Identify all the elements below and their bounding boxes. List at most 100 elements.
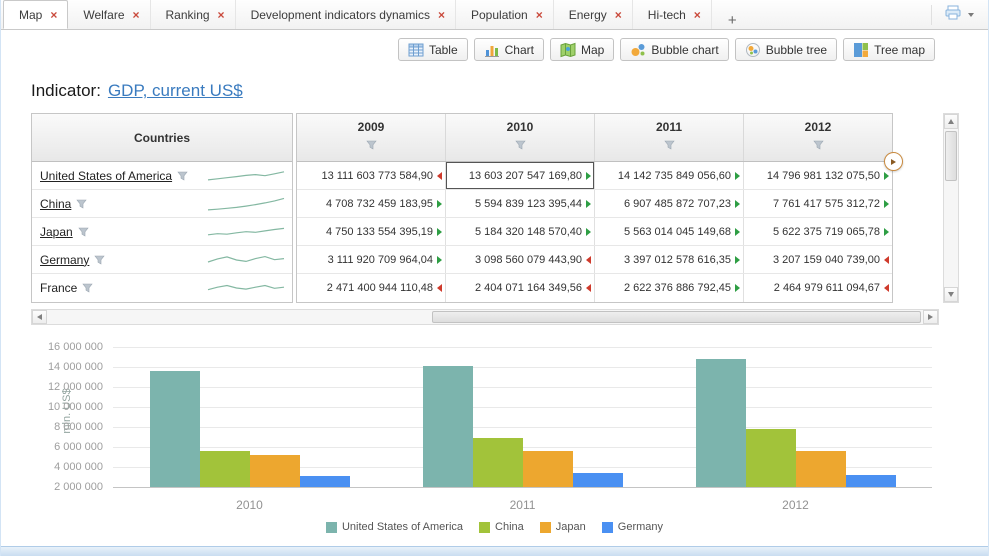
scroll-down-button[interactable] <box>944 287 958 302</box>
chart-view-button[interactable]: Chart <box>474 38 544 61</box>
value-cell[interactable]: 5 622 375 719 065,78 <box>744 218 892 245</box>
filter-icon[interactable] <box>366 137 377 155</box>
bar-china-2011[interactable] <box>473 438 523 487</box>
close-icon[interactable]: × <box>218 9 225 21</box>
legend-item-china[interactable]: China <box>479 521 524 533</box>
cell-value: 2 471 400 944 110,48 <box>327 282 433 294</box>
legend-swatch <box>479 522 490 533</box>
value-cell[interactable]: 3 098 560 079 443,90 <box>446 246 595 273</box>
value-cell[interactable]: 7 761 417 575 312,72 <box>744 190 892 217</box>
decrease-icon <box>437 284 442 292</box>
value-cell[interactable]: 4 750 133 554 395,19 <box>297 218 446 245</box>
bar-japan-2011[interactable] <box>523 451 573 487</box>
filter-icon[interactable] <box>94 255 105 265</box>
value-cell[interactable]: 5 594 839 123 395,44 <box>446 190 595 217</box>
close-icon[interactable]: × <box>50 9 57 21</box>
increase-icon <box>735 172 740 180</box>
bar-united-states-of-america-2010[interactable] <box>150 371 200 487</box>
value-cell[interactable]: 5 184 320 148 570,40 <box>446 218 595 245</box>
new-tab-button[interactable]: + <box>712 12 753 29</box>
filter-icon[interactable] <box>813 137 824 155</box>
horizontal-scroll-thumb[interactable] <box>432 311 921 323</box>
value-cell[interactable]: 2 622 376 886 792,45 <box>595 274 744 302</box>
value-cell[interactable]: 2 471 400 944 110,48 <box>297 274 446 302</box>
vertical-scroll-thumb[interactable] <box>945 131 957 181</box>
value-cell[interactable]: 6 907 485 872 707,23 <box>595 190 744 217</box>
filter-icon[interactable] <box>82 283 93 293</box>
value-cell[interactable]: 3 207 159 040 739,00 <box>744 246 892 273</box>
tab-welfare[interactable]: Welfare × <box>68 0 150 29</box>
value-cell[interactable]: 13 603 207 547 169,80 <box>446 162 595 189</box>
cell-value: 2 404 071 164 349,56 <box>475 282 582 294</box>
filter-icon[interactable] <box>78 227 89 237</box>
country-link[interactable]: United States of America <box>40 169 172 183</box>
close-icon[interactable]: × <box>438 9 445 21</box>
tab-ranking[interactable]: Ranking× <box>151 0 236 29</box>
bar-united-states-of-america-2012[interactable] <box>696 359 746 487</box>
arrow-right-icon <box>891 159 896 165</box>
value-cell[interactable]: 13 111 603 773 584,90 <box>297 162 446 189</box>
year-header-2010[interactable]: 2010 <box>446 114 595 161</box>
print-menu-button[interactable] <box>931 5 988 25</box>
bar-chart: mln. US$ 16 000 00014 000 00012 000 0001… <box>1 333 988 533</box>
close-icon[interactable]: × <box>694 9 701 21</box>
value-cell[interactable]: 14 796 981 132 075,50 <box>744 162 892 189</box>
bar-germany-2012[interactable] <box>846 475 896 487</box>
scroll-up-button[interactable] <box>944 114 958 129</box>
legend-item-germany[interactable]: Germany <box>602 521 663 533</box>
value-cell[interactable]: 3 111 920 709 964,04 <box>297 246 446 273</box>
bar-united-states-of-america-2011[interactable] <box>423 366 473 487</box>
country-link[interactable]: China <box>40 197 71 211</box>
filter-icon[interactable] <box>515 137 526 155</box>
value-cell[interactable]: 2 404 071 164 349,56 <box>446 274 595 302</box>
bar-china-2010[interactable] <box>200 451 250 487</box>
bar-japan-2012[interactable] <box>796 451 846 487</box>
filter-icon[interactable] <box>664 137 675 155</box>
filter-icon[interactable] <box>177 171 188 181</box>
horizontal-scrollbar[interactable] <box>31 309 939 325</box>
scroll-right-button[interactable] <box>923 310 938 324</box>
decrease-icon <box>437 172 442 180</box>
table-view-button[interactable]: Table <box>398 38 468 61</box>
value-row-china: 4 708 732 459 183,955 594 839 123 395,44… <box>297 190 892 218</box>
year-header-2012[interactable]: 2012 <box>744 114 892 161</box>
bubble-chart-view-button[interactable]: Bubble chart <box>620 38 728 61</box>
tree-map-view-button[interactable]: Tree map <box>843 38 935 61</box>
country-link[interactable]: Germany <box>40 253 89 267</box>
tab-development-indicators-dynamics[interactable]: Development indicators dynamics× <box>236 0 456 29</box>
years-header-row: 2009201020112012 <box>297 114 892 162</box>
value-cell[interactable]: 5 563 014 045 149,68 <box>595 218 744 245</box>
value-row-united-states-of-america: 13 111 603 773 584,9013 603 207 547 169,… <box>297 162 892 190</box>
tab-population[interactable]: Population× <box>456 0 554 29</box>
bar-japan-2010[interactable] <box>250 455 300 487</box>
value-cell[interactable]: 4 708 732 459 183,95 <box>297 190 446 217</box>
value-cell[interactable]: 2 464 979 611 094,67 <box>744 274 892 302</box>
close-icon[interactable]: × <box>536 9 543 21</box>
map-view-button[interactable]: Map <box>550 38 614 61</box>
vertical-scrollbar[interactable] <box>943 113 959 303</box>
tab-energy[interactable]: Energy× <box>554 0 633 29</box>
scroll-left-button[interactable] <box>32 310 47 324</box>
country-link[interactable]: Japan <box>40 225 73 239</box>
legend-item-japan[interactable]: Japan <box>540 521 586 533</box>
country-link[interactable]: France <box>40 281 77 295</box>
indicator-link[interactable]: GDP, current US$ <box>108 81 243 100</box>
bubble-tree-view-button[interactable]: Bubble tree <box>735 38 837 61</box>
year-header-2009[interactable]: 2009 <box>297 114 446 161</box>
tab-map[interactable]: Map× <box>3 0 68 29</box>
bar-china-2012[interactable] <box>746 429 796 487</box>
bar-germany-2010[interactable] <box>300 476 350 487</box>
legend-label: Japan <box>556 521 586 533</box>
bar-germany-2011[interactable] <box>573 473 623 487</box>
value-cell[interactable]: 3 397 012 578 616,35 <box>595 246 744 273</box>
value-cell[interactable]: 14 142 735 849 056,60 <box>595 162 744 189</box>
filter-icon[interactable] <box>76 199 87 209</box>
close-icon[interactable]: × <box>133 9 140 21</box>
tab-label: Welfare <box>83 8 124 22</box>
tab-hi-tech[interactable]: Hi-tech× <box>633 0 712 29</box>
legend-item-united-states-of-america[interactable]: United States of America <box>326 521 463 533</box>
next-columns-button[interactable] <box>884 152 903 171</box>
year-header-2011[interactable]: 2011 <box>595 114 744 161</box>
table-row-japan: Japan <box>32 218 292 246</box>
close-icon[interactable]: × <box>615 9 622 21</box>
